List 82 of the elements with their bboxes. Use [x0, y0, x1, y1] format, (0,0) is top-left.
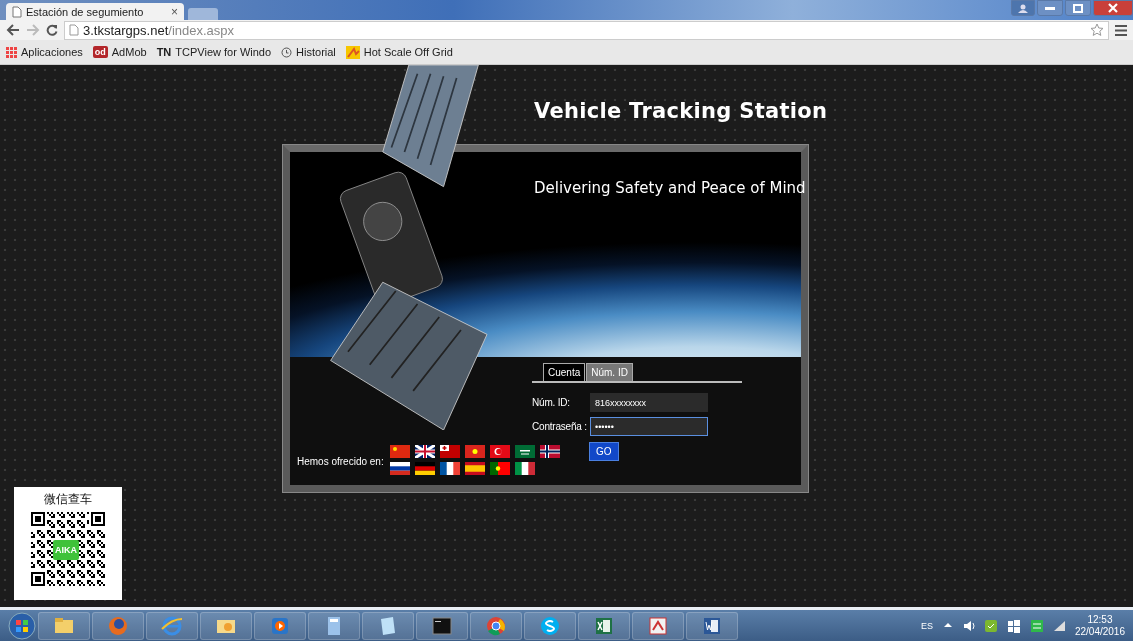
bookmark-item[interactable]: Hot Scale Off Grid — [345, 45, 453, 59]
norway-flag-icon[interactable] — [539, 445, 560, 458]
page-icon — [69, 24, 79, 36]
italy-flag-icon[interactable] — [514, 462, 535, 475]
signal-icon[interactable] — [1052, 618, 1066, 633]
bookmark-label: Hot Scale Off Grid — [363, 46, 453, 58]
taskbar-app[interactable] — [200, 611, 252, 640]
vietnam-flag-icon[interactable] — [464, 445, 485, 458]
page-subtitle: Delivering Safety and Peace of Mind — [534, 179, 806, 197]
browser-tab[interactable]: Estación de segumiento × — [6, 3, 184, 20]
globe-e-icon — [161, 614, 183, 637]
speaker-icon[interactable] — [962, 618, 975, 633]
tab-title: Estación de segumiento — [26, 5, 145, 18]
reload-icon[interactable] — [46, 24, 58, 36]
bookmark-label: Aplicaciones — [21, 46, 83, 58]
maximize-button[interactable] — [1065, 0, 1091, 16]
pdf-icon — [647, 614, 669, 637]
field-label: Contraseña : — [532, 420, 588, 434]
clock-icon — [281, 46, 293, 58]
input-field[interactable]: •••••• — [590, 417, 708, 436]
taskbar-app[interactable] — [632, 611, 684, 640]
taskbar-app[interactable] — [686, 611, 738, 640]
back-icon[interactable] — [6, 24, 20, 36]
russia-flag-icon[interactable] — [389, 462, 410, 475]
menu-icon[interactable] — [1115, 24, 1127, 36]
taskbar-clock[interactable]: 12:53 22/04/2016 — [1074, 613, 1125, 638]
turkey-flag-icon[interactable] — [489, 445, 510, 458]
uk-flag-icon[interactable] — [414, 445, 435, 458]
bookmark-image-icon — [345, 45, 360, 59]
bookmark-prefix-label: TN — [156, 46, 172, 58]
input-field[interactable]: 816xxxxxxxx — [590, 393, 708, 412]
user-icon — [1018, 3, 1028, 13]
close-button[interactable] — [1093, 0, 1133, 16]
language-indicator[interactable]: ES — [920, 620, 933, 631]
tab-close-button[interactable]: × — [171, 4, 178, 19]
saudi-flag-icon[interactable] — [514, 445, 535, 458]
taskbar-app[interactable] — [362, 611, 414, 640]
qr-caption: 微信查车 — [44, 491, 92, 509]
germany-flag-icon[interactable] — [414, 462, 435, 475]
field-label: Núm. ID: — [532, 396, 571, 410]
login-tab[interactable]: Núm. ID — [586, 363, 633, 381]
languages-label: Hemos ofrecido en: — [297, 456, 384, 467]
user-button[interactable] — [1011, 0, 1035, 16]
star-icon[interactable] — [1090, 23, 1104, 37]
bookmark-item[interactable]: Historial — [281, 46, 336, 58]
windows-logo-icon[interactable] — [1006, 618, 1021, 633]
sync-app-icon[interactable] — [1029, 618, 1044, 633]
close-icon — [1108, 3, 1118, 13]
login-tab[interactable]: Cuenta — [543, 363, 586, 381]
url-text: 3.tkstargps.net/index.aspx — [83, 22, 235, 38]
page-icon — [12, 5, 22, 18]
bookmark-item[interactable]: Aplicaciones — [6, 46, 83, 58]
bookmark-label: TCPView for Windo — [175, 46, 272, 58]
go-button[interactable]: GO — [589, 442, 619, 461]
clock-date: 22/04/2016 — [1074, 625, 1125, 638]
portugal-flag-icon[interactable] — [489, 462, 510, 475]
minimize-button[interactable] — [1037, 0, 1063, 16]
qr-logo: AIKA — [53, 540, 79, 561]
bookmark-label: Historial — [296, 46, 336, 58]
bookmark-item[interactable]: TN TCPView for Windo — [156, 46, 272, 58]
taskbar-app[interactable] — [578, 611, 630, 640]
bookmark-item[interactable]: od AdMob — [92, 46, 147, 58]
taskbar-app[interactable] — [524, 611, 576, 640]
maximize-icon — [1073, 3, 1083, 13]
bookmark-label: AdMob — [111, 46, 147, 58]
taskbar-app[interactable] — [38, 611, 90, 640]
bookmark-badge: od — [92, 46, 108, 58]
page-title: Vehicle Tracking Station — [534, 99, 828, 123]
minimize-icon — [1045, 6, 1055, 10]
clock-time: 12:53 — [1087, 613, 1113, 626]
spain-flag-icon[interactable] — [464, 462, 485, 475]
taskbar-app[interactable] — [416, 611, 468, 640]
apps-grid-icon — [6, 46, 17, 58]
france-flag-icon[interactable] — [439, 462, 460, 475]
address-bar[interactable]: 3.tkstargps.net/index.aspx — [64, 20, 1109, 40]
check-square-icon[interactable] — [983, 618, 998, 633]
start-button[interactable] — [8, 611, 36, 640]
chrome-icon — [485, 614, 507, 637]
s-circle-icon — [539, 614, 561, 637]
tonga-flag-icon[interactable] — [439, 445, 460, 458]
china-flag-icon[interactable] — [389, 445, 410, 458]
terminal-icon — [431, 614, 453, 637]
